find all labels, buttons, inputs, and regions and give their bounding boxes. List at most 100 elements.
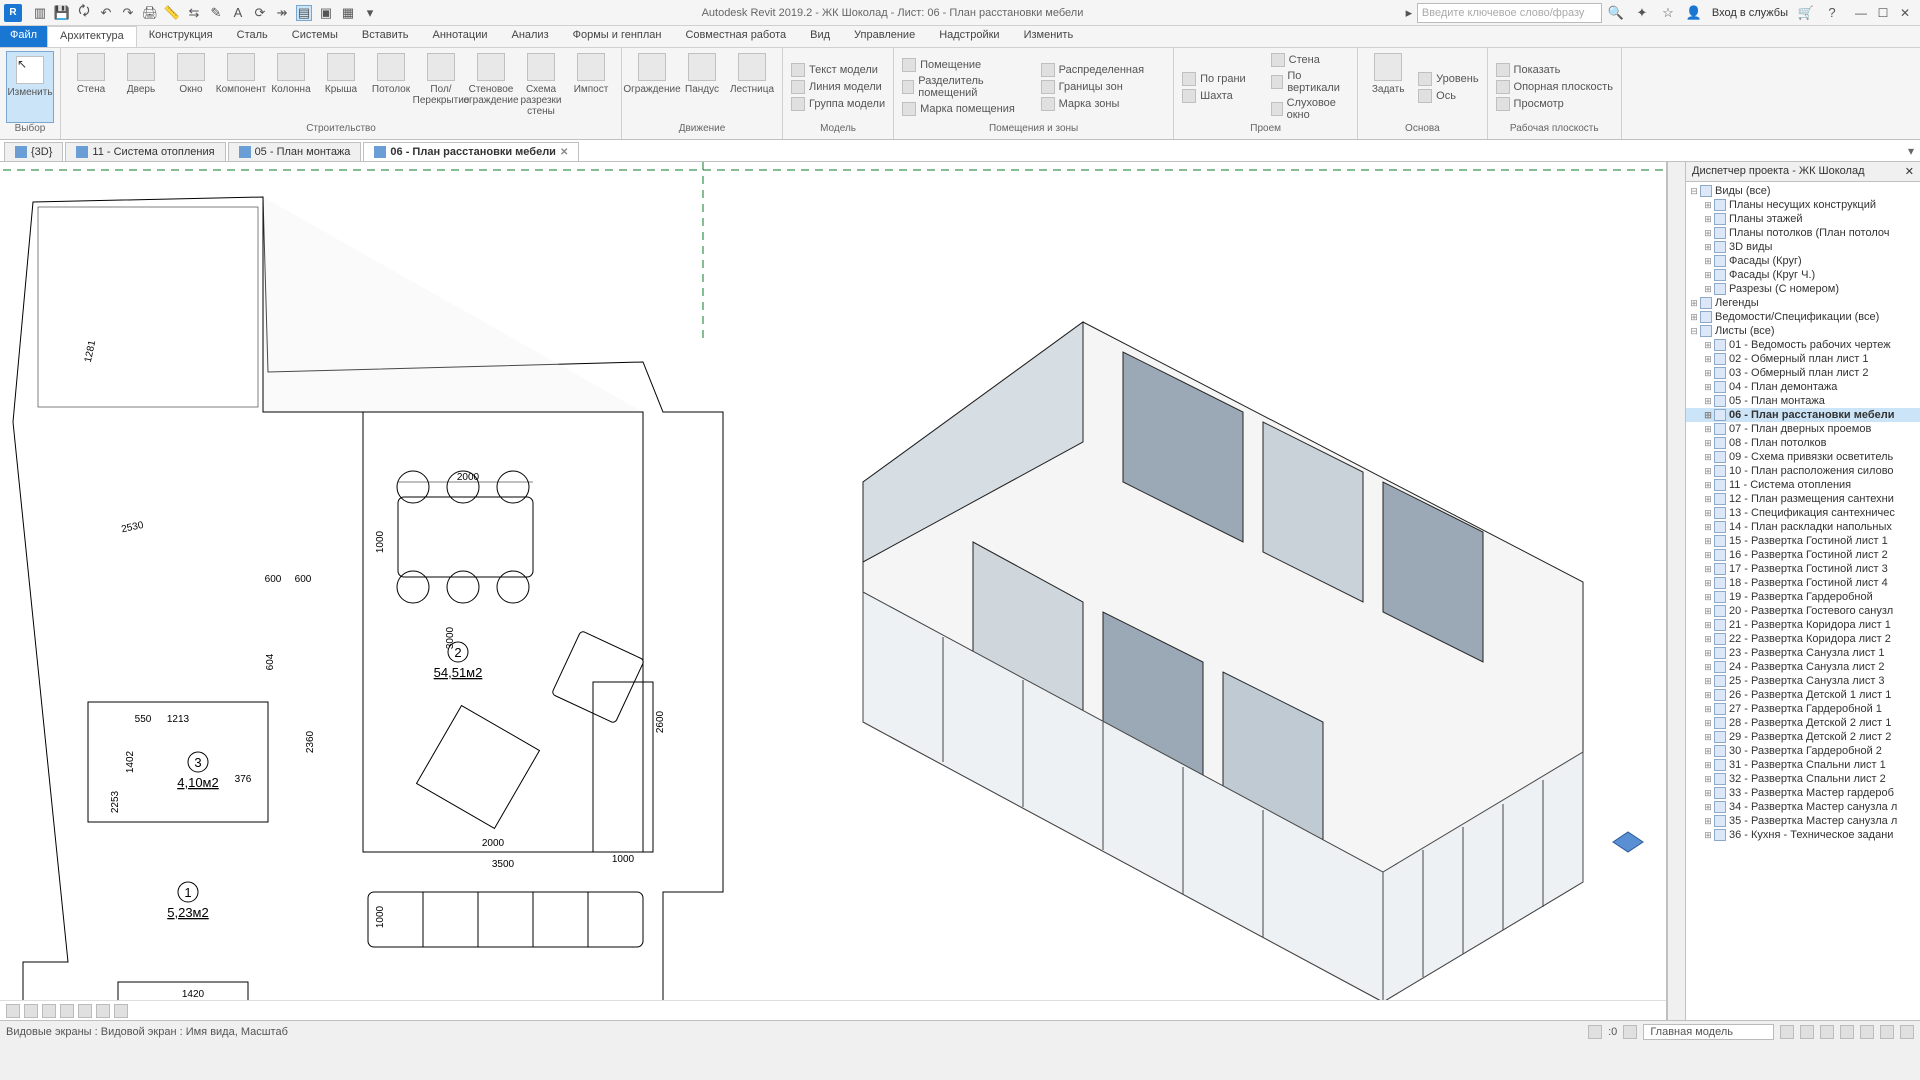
tree-sheet-26[interactable]: ⊞27 - Развертка Гардеробной 1	[1686, 702, 1920, 716]
tree-sheet-27[interactable]: ⊞28 - Развертка Детской 2 лист 1	[1686, 716, 1920, 730]
sel-toggle3-icon[interactable]	[1860, 1025, 1874, 1039]
tree-sheet-35[interactable]: ⊞36 - Кухня - Техническое задани	[1686, 828, 1920, 842]
app-store-icon[interactable]: ✦	[1634, 5, 1650, 21]
shadows-icon[interactable]	[78, 1004, 92, 1018]
build-6[interactable]: Потолок	[367, 51, 415, 123]
detail-icon[interactable]	[24, 1004, 38, 1018]
tab-analyze[interactable]: Анализ	[499, 26, 560, 47]
modify-button[interactable]: ↖ Изменить	[6, 51, 54, 123]
dim-icon[interactable]: ⇆	[186, 5, 202, 21]
tree-sheet-7[interactable]: ⊞08 - План потолков	[1686, 436, 1920, 450]
build-7[interactable]: Пол/Перекрытие	[417, 51, 465, 123]
arrow-icon[interactable]: ▸	[1401, 5, 1417, 21]
filter-icon[interactable]	[1780, 1025, 1794, 1039]
tree-viewgroup-1[interactable]: ⊞Планы этажей	[1686, 212, 1920, 226]
datum-0[interactable]: Уровень	[1416, 71, 1480, 87]
set-button[interactable]: Задать	[1364, 51, 1412, 123]
build-4[interactable]: Колонна	[267, 51, 315, 123]
maximize-icon[interactable]: ☐	[1876, 6, 1890, 20]
tree-sheet-1[interactable]: ⊞02 - Обмерный план лист 1	[1686, 352, 1920, 366]
tree-sheet-22[interactable]: ⊞23 - Развертка Санузла лист 1	[1686, 646, 1920, 660]
build-5[interactable]: Крыша	[317, 51, 365, 123]
tree-sheet-3[interactable]: ⊞04 - План демонтажа	[1686, 380, 1920, 394]
tree-sheet-11[interactable]: ⊞12 - План размещения сантехни	[1686, 492, 1920, 506]
sel-toggle4-icon[interactable]	[1880, 1025, 1894, 1039]
tree-sheet-32[interactable]: ⊞33 - Развертка Мастер гардероб	[1686, 786, 1920, 800]
tree-sheet-33[interactable]: ⊞34 - Развертка Мастер санузла л	[1686, 800, 1920, 814]
tree-viewgroup-6[interactable]: ⊞Разрезы (С номером)	[1686, 282, 1920, 296]
tree-sheet-29[interactable]: ⊞30 - Развертка Гардеробной 2	[1686, 744, 1920, 758]
section-icon[interactable]: ↠	[274, 5, 290, 21]
sel-toggle5-icon[interactable]	[1900, 1025, 1914, 1039]
circ-1[interactable]: Пандус	[678, 51, 726, 123]
tab-systems[interactable]: Системы	[280, 26, 350, 47]
login-link[interactable]: Вход в службы	[1712, 7, 1788, 19]
room-1[interactable]: Разделитель помещений	[900, 74, 1029, 100]
build-1[interactable]: Дверь	[117, 51, 165, 123]
view-tab-heating[interactable]: 11 - Система отопления	[65, 142, 225, 161]
tab-modify[interactable]: Изменить	[1012, 26, 1086, 47]
sel-toggle2-icon[interactable]	[1840, 1025, 1854, 1039]
tree-sheet-6[interactable]: ⊞07 - План дверных проемов	[1686, 422, 1920, 436]
tree-sheet-28[interactable]: ⊞29 - Развертка Детской 2 лист 2	[1686, 730, 1920, 744]
tree-sheet-15[interactable]: ⊞16 - Развертка Гостиной лист 2	[1686, 548, 1920, 562]
view3d-icon[interactable]: ⟳	[252, 5, 268, 21]
tree-sheet-18[interactable]: ⊞19 - Развертка Гардеробной	[1686, 590, 1920, 604]
room-5[interactable]: Марка зоны	[1039, 96, 1168, 112]
tree-sheets-root[interactable]: ⊟Листы (все)	[1686, 324, 1920, 338]
room-0[interactable]: Помещение	[900, 57, 1029, 73]
open-icon[interactable]: ▥	[32, 5, 48, 21]
tab-manage[interactable]: Управление	[842, 26, 927, 47]
tree-legends[interactable]: ⊞Легенды	[1686, 296, 1920, 310]
open-2[interactable]: Стена	[1269, 52, 1352, 68]
build-0[interactable]: Стена	[67, 51, 115, 123]
model-2[interactable]: Группа модели	[789, 96, 887, 112]
tree-sheet-30[interactable]: ⊞31 - Развертка Спальни лист 1	[1686, 758, 1920, 772]
wp-2[interactable]: Просмотр	[1494, 96, 1615, 112]
tree-sheet-24[interactable]: ⊞25 - Развертка Санузла лист 3	[1686, 674, 1920, 688]
tree-sheet-12[interactable]: ⊞13 - Спецификация сантехничес	[1686, 506, 1920, 520]
room-4[interactable]: Границы зон	[1039, 79, 1168, 95]
tree-sheet-23[interactable]: ⊞24 - Развертка Санузла лист 2	[1686, 660, 1920, 674]
thin-lines-icon[interactable]: ▤	[296, 5, 312, 21]
tree-sheet-13[interactable]: ⊞14 - План раскладки напольных	[1686, 520, 1920, 534]
tree-sheet-16[interactable]: ⊞17 - Развертка Гостиной лист 3	[1686, 562, 1920, 576]
tree-sheet-5[interactable]: ⊞06 - План расстановки мебели	[1686, 408, 1920, 422]
tree-sheet-20[interactable]: ⊞21 - Развертка Коридора лист 1	[1686, 618, 1920, 632]
open-3[interactable]: По вертикали	[1269, 69, 1352, 95]
datum-1[interactable]: Ось	[1416, 88, 1480, 104]
tag-icon[interactable]: ✎	[208, 5, 224, 21]
view-tab-furniture[interactable]: 06 - План расстановки мебели✕	[363, 142, 579, 161]
tree-views-root[interactable]: ⊟Виды (все)	[1686, 184, 1920, 198]
model-0[interactable]: Текст модели	[789, 62, 887, 78]
room-2[interactable]: Марка помещения	[900, 101, 1029, 117]
tree-viewgroup-4[interactable]: ⊞Фасады (Круг)	[1686, 254, 1920, 268]
tab-structure[interactable]: Конструкция	[137, 26, 225, 47]
view-tab-3d[interactable]: {3D}	[4, 142, 63, 161]
exchange-icon[interactable]: 🛒	[1798, 5, 1814, 21]
build-9[interactable]: Схема разрезки стены	[517, 51, 565, 123]
close-hidden-icon[interactable]: ▣	[318, 5, 334, 21]
tab-collaborate[interactable]: Совместная работа	[673, 26, 798, 47]
build-2[interactable]: Окно	[167, 51, 215, 123]
build-8[interactable]: Стеновое ограждение	[467, 51, 515, 123]
tree-sheet-9[interactable]: ⊞10 - План расположения силово	[1686, 464, 1920, 478]
print-icon[interactable]: 🖨	[142, 5, 158, 21]
tree-sheet-21[interactable]: ⊞22 - Развертка Коридора лист 2	[1686, 632, 1920, 646]
tree-sheet-4[interactable]: ⊞05 - План монтажа	[1686, 394, 1920, 408]
tree-sheet-2[interactable]: ⊞03 - Обмерный план лист 2	[1686, 366, 1920, 380]
tab-massing[interactable]: Формы и генплан	[561, 26, 674, 47]
search-input[interactable]: Введите ключевое слово/фразу	[1417, 3, 1602, 23]
measure-icon[interactable]: 📏	[164, 5, 180, 21]
open-4[interactable]: Слуховое окно	[1269, 96, 1352, 122]
circ-0[interactable]: Ограждение	[628, 51, 676, 123]
tree-sheet-31[interactable]: ⊞32 - Развертка Спальни лист 2	[1686, 772, 1920, 786]
tabs-dropdown-icon[interactable]: ▾	[1902, 141, 1920, 161]
redo-icon[interactable]: ↷	[120, 5, 136, 21]
build-3[interactable]: Компонент	[217, 51, 265, 123]
editable-only-icon[interactable]	[1800, 1025, 1814, 1039]
vertical-scrollbar[interactable]	[1667, 162, 1685, 1020]
tab-addins[interactable]: Надстройки	[927, 26, 1011, 47]
view-tab-montage[interactable]: 05 - План монтажа	[228, 142, 362, 161]
close-tab-icon[interactable]: ✕	[560, 147, 568, 158]
